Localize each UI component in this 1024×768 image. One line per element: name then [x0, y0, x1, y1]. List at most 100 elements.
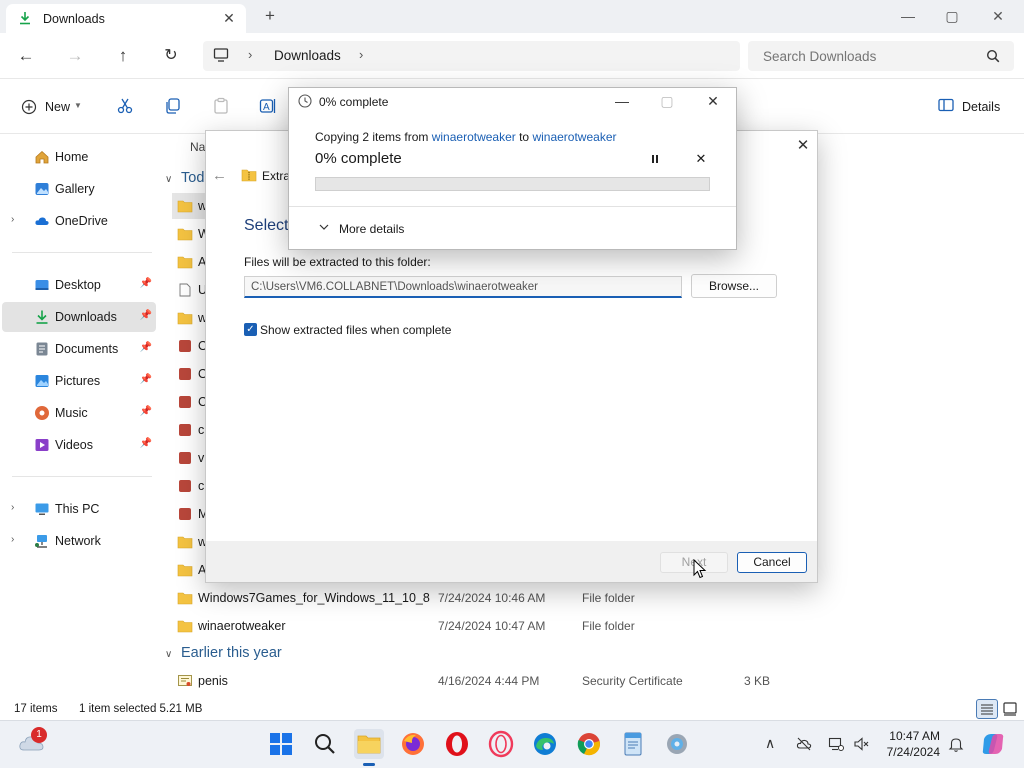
tray-overflow-chevron-icon[interactable]: ∧	[765, 735, 775, 752]
table-row[interactable]: winaerotweaker 7/24/2024 10:47 AM File f…	[172, 613, 792, 639]
sidebar-item-home[interactable]: Home	[2, 142, 156, 172]
new-button-label[interactable]: New	[45, 100, 70, 114]
chevron-down-icon[interactable]	[318, 222, 330, 232]
pin-icon[interactable]: 📌	[140, 374, 152, 385]
tiles-view-icon[interactable]	[1002, 701, 1018, 717]
column-header-name[interactable]: Na	[190, 140, 205, 154]
sidebar-item-network[interactable]: › Network	[2, 526, 156, 556]
copy-close-button[interactable]: ✕	[702, 92, 724, 110]
table-row[interactable]: O	[172, 361, 208, 387]
table-row[interactable]: vl	[172, 445, 207, 471]
cancel-button[interactable]: Cancel	[737, 552, 807, 573]
maximize-button[interactable]: ▢	[941, 6, 963, 26]
copilot-icon[interactable]	[980, 731, 1006, 757]
search-icon[interactable]	[310, 729, 340, 759]
notepad-icon[interactable]	[618, 729, 648, 759]
minimize-button[interactable]: —	[897, 6, 919, 26]
table-row[interactable]: C	[172, 389, 207, 415]
table-row[interactable]: w	[172, 193, 207, 219]
settings-app-icon[interactable]	[662, 729, 692, 759]
chevron-down-icon[interactable]: ▼	[74, 101, 82, 110]
copy-maximize-button[interactable]: ▢	[656, 92, 678, 110]
details-pane-icon[interactable]	[938, 98, 954, 112]
network-tray-icon[interactable]	[828, 736, 844, 752]
chevron-right-icon[interactable]: ›	[11, 502, 14, 513]
chevron-right-icon[interactable]: ›	[359, 47, 363, 62]
table-row[interactable]: W	[172, 221, 210, 247]
pin-icon[interactable]: 📌	[140, 310, 152, 321]
edge-icon[interactable]	[530, 729, 560, 759]
back-arrow-icon[interactable]: ←	[14, 44, 38, 68]
forward-arrow-icon[interactable]: →	[63, 44, 87, 68]
search-icon[interactable]	[986, 49, 1000, 63]
wizard-back-arrow-icon[interactable]: ←	[212, 167, 227, 184]
chrome-icon[interactable]	[574, 729, 604, 759]
details-button-label[interactable]: Details	[962, 100, 1000, 114]
computer-icon[interactable]	[213, 48, 229, 62]
pin-icon[interactable]: 📌	[140, 342, 152, 353]
firefox-icon[interactable]	[398, 729, 428, 759]
table-row[interactable]: A	[172, 557, 206, 583]
sidebar-item-pictures[interactable]: Pictures 📌	[2, 366, 156, 396]
table-row[interactable]: c	[172, 417, 206, 443]
table-row[interactable]: w	[172, 529, 207, 555]
copy-destination-link[interactable]: winaerotweaker	[532, 130, 616, 144]
sidebar-item-onedrive[interactable]: › OneDrive	[2, 206, 156, 236]
paste-icon[interactable]	[212, 97, 230, 115]
volume-muted-icon[interactable]	[853, 736, 869, 752]
chevron-right-icon[interactable]: ›	[11, 214, 14, 225]
close-button[interactable]: ✕	[987, 6, 1009, 26]
breadcrumb-downloads[interactable]: Downloads	[274, 48, 341, 63]
tray-time[interactable]: 10:47 AM	[888, 729, 940, 743]
table-row[interactable]: penis 4/16/2024 4:44 PM Security Certifi…	[172, 668, 792, 694]
tab-downloads[interactable]: Downloads ✕	[6, 4, 246, 33]
more-details-button[interactable]: More details	[339, 222, 404, 236]
table-row[interactable]: U	[172, 277, 207, 303]
tray-date[interactable]: 7/24/2024	[884, 745, 940, 759]
destination-path-input[interactable]	[244, 276, 682, 298]
chevron-right-icon[interactable]: ›	[248, 47, 252, 62]
table-row[interactable]: Windows7Games_for_Windows_11_10_8 7/24/2…	[172, 585, 792, 611]
opera-gx-icon[interactable]	[486, 729, 516, 759]
copy-source-link[interactable]: winaerotweaker	[432, 130, 516, 144]
table-row[interactable]: c	[172, 473, 206, 499]
copy-icon[interactable]	[164, 97, 182, 115]
up-arrow-icon[interactable]: ↑	[111, 44, 135, 68]
copy-minimize-button[interactable]: —	[611, 92, 633, 110]
sidebar-item-downloads[interactable]: Downloads 📌	[2, 302, 156, 332]
table-row[interactable]: w	[172, 305, 207, 331]
chevron-right-icon[interactable]: ›	[11, 534, 14, 545]
table-row[interactable]: A	[172, 249, 206, 275]
refresh-icon[interactable]: ↻	[159, 44, 183, 68]
wizard-close-button[interactable]: ✕	[793, 136, 813, 156]
table-row[interactable]: O	[172, 333, 208, 359]
cut-icon[interactable]	[116, 97, 134, 115]
details-view-button[interactable]	[976, 699, 998, 719]
sidebar-item-documents[interactable]: Documents 📌	[2, 334, 156, 364]
group-header-today[interactable]: ∨ Tod	[165, 170, 204, 186]
sidebar-item-gallery[interactable]: Gallery	[2, 174, 156, 204]
search-input[interactable]	[748, 41, 1014, 71]
tab-close-icon[interactable]: ✕	[220, 9, 238, 27]
opera-icon[interactable]	[442, 729, 472, 759]
pin-icon[interactable]: 📌	[140, 406, 152, 417]
pin-icon[interactable]: 📌	[140, 278, 152, 289]
table-row[interactable]: M	[172, 501, 208, 527]
onedrive-offline-icon[interactable]	[796, 736, 812, 752]
browse-button[interactable]: Browse...	[691, 274, 777, 298]
sidebar-item-this-pc[interactable]: › This PC	[2, 494, 156, 524]
start-icon[interactable]	[266, 729, 296, 759]
file-explorer-taskbar-button[interactable]	[354, 729, 384, 766]
sidebar-item-videos[interactable]: Videos 📌	[2, 430, 156, 460]
group-header-earlier[interactable]: ∨ Earlier this year	[165, 645, 282, 661]
rename-icon[interactable]: A	[259, 97, 277, 115]
show-files-checkbox[interactable]: ✓	[244, 323, 257, 336]
copy-cancel-icon[interactable]: ✕	[692, 150, 710, 168]
show-files-label[interactable]: Show extracted files when complete	[260, 323, 451, 337]
pin-icon[interactable]: 📌	[140, 438, 152, 449]
sidebar-item-desktop[interactable]: Desktop 📌	[2, 270, 156, 300]
notification-bell-icon[interactable]	[948, 736, 964, 752]
pause-icon[interactable]	[647, 151, 663, 167]
new-tab-icon[interactable]: +	[261, 7, 279, 25]
sidebar-item-music[interactable]: Music 📌	[2, 398, 156, 428]
